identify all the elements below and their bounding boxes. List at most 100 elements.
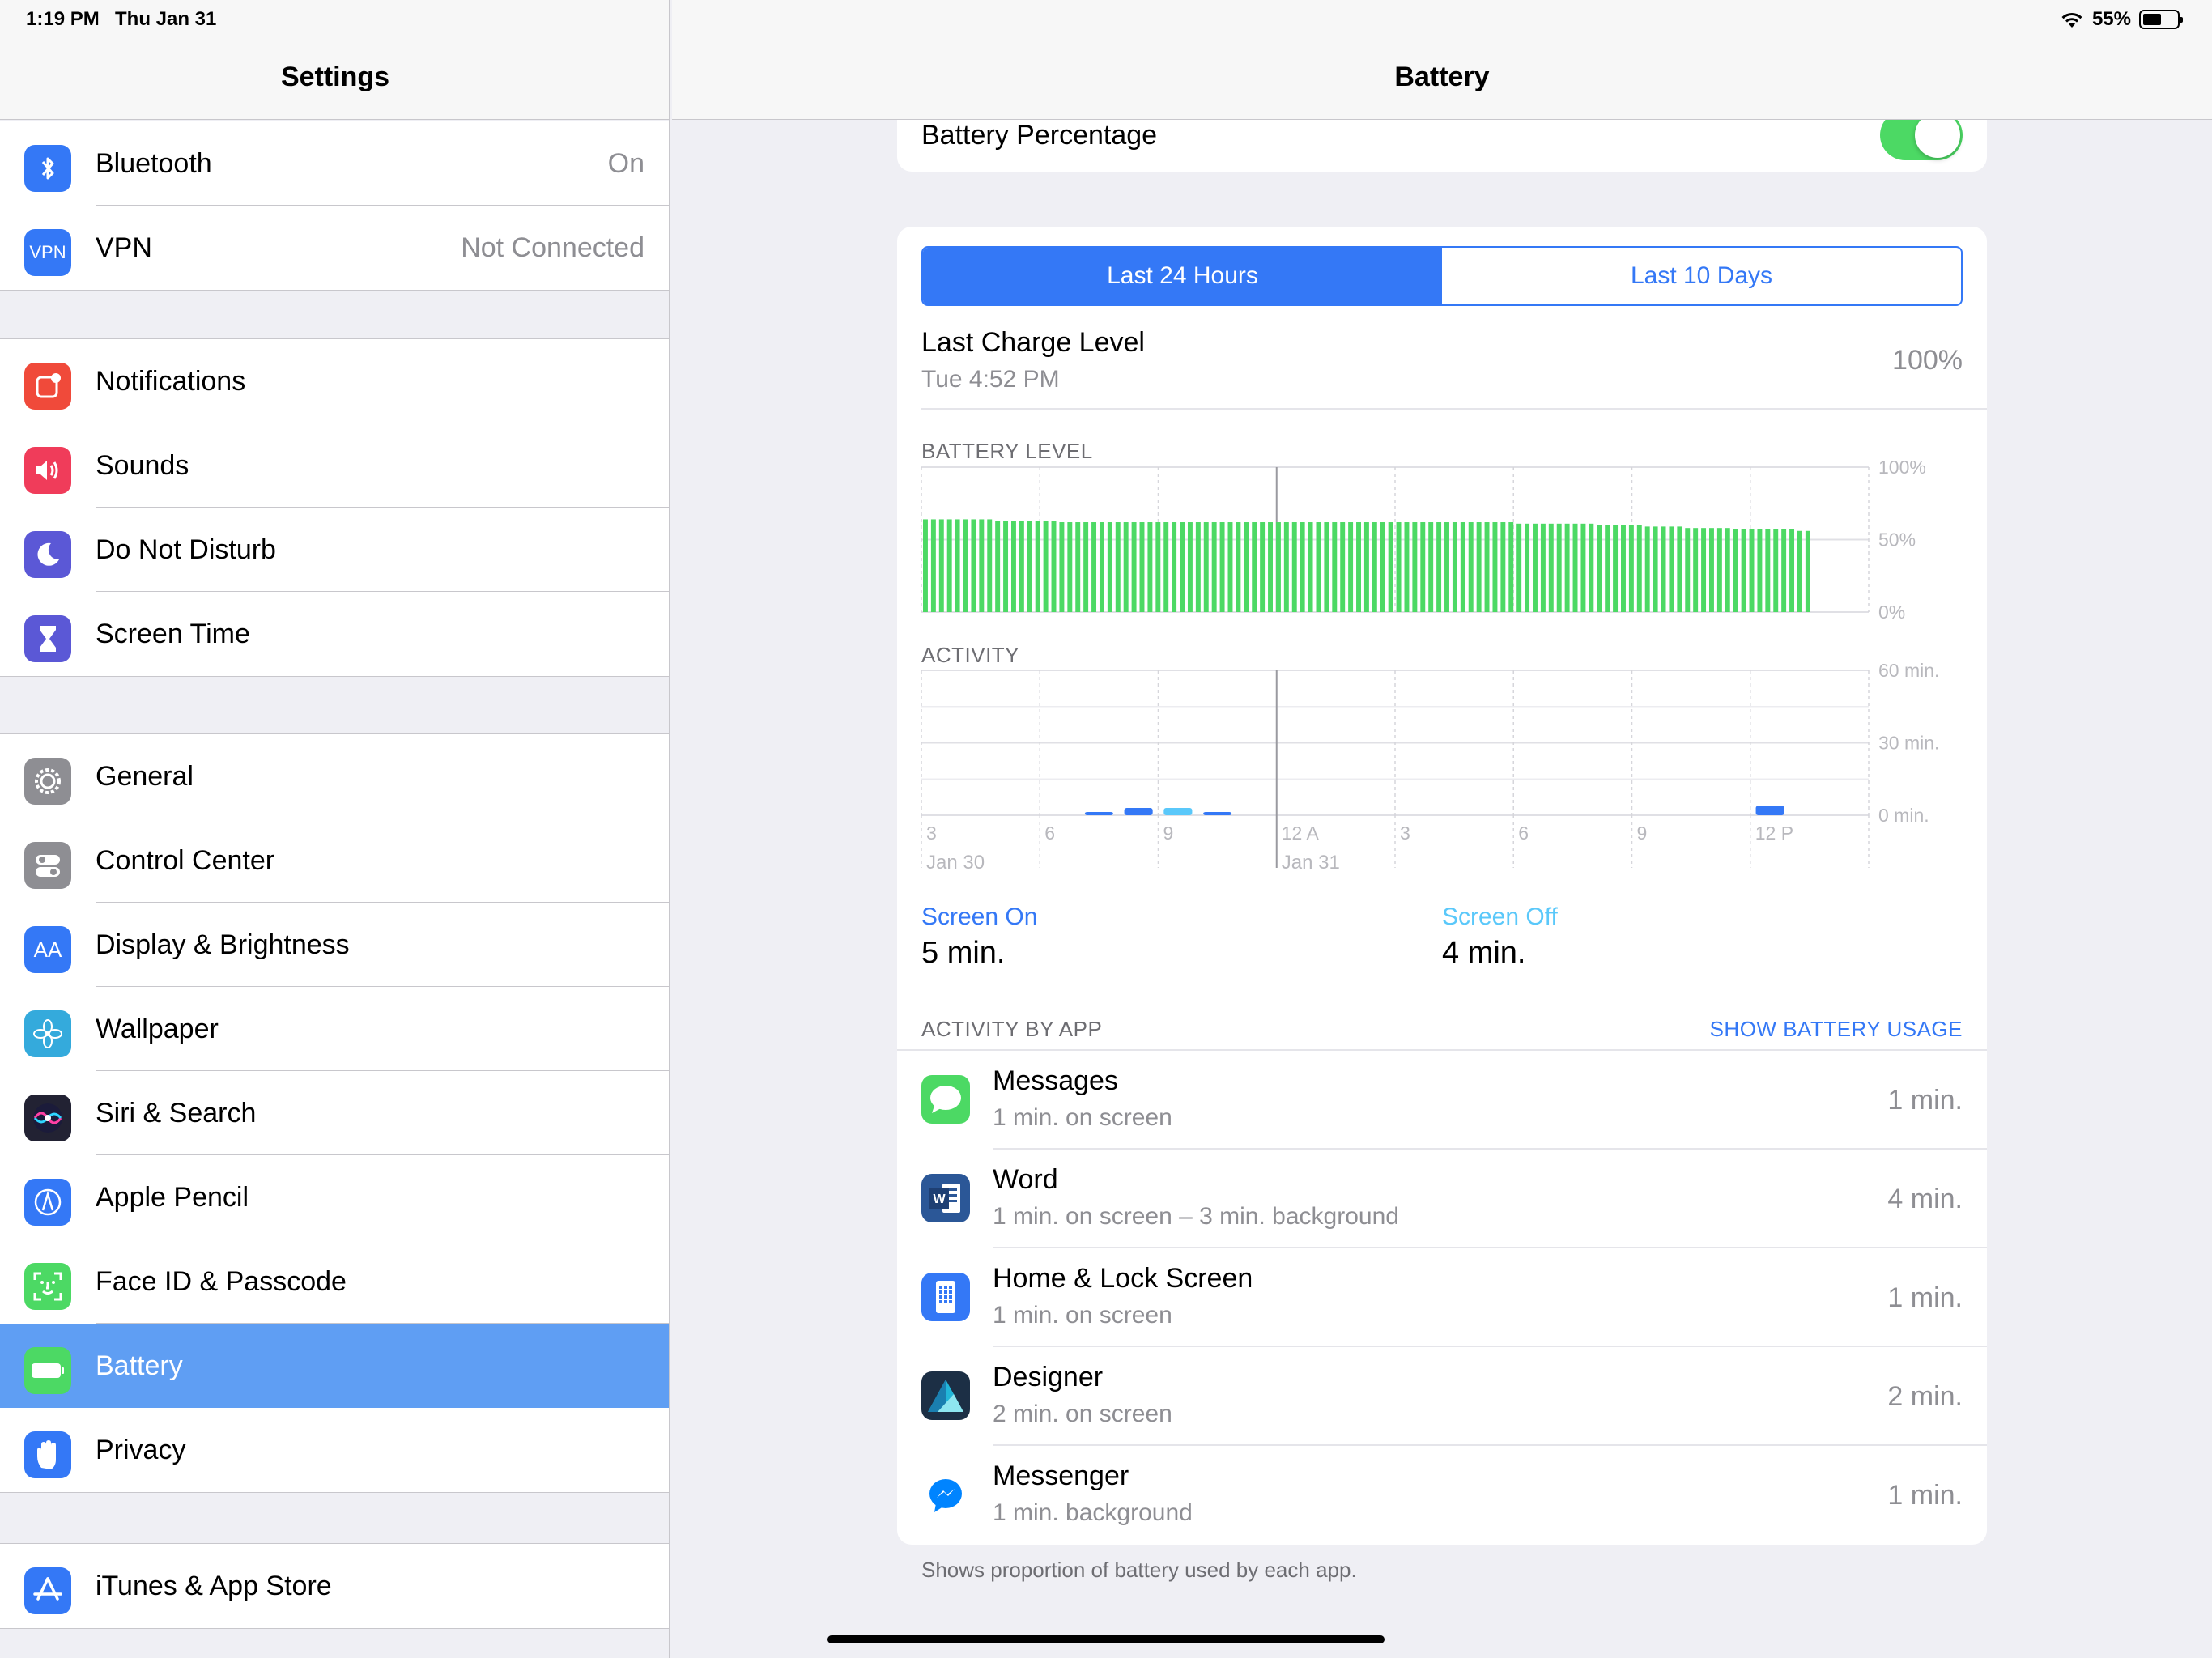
battery-level-bar bbox=[1388, 522, 1393, 612]
battery-level-bar bbox=[1356, 522, 1361, 612]
activity-by-app-label: ACTIVITY BY APP bbox=[921, 1017, 1103, 1041]
battery-level-bar bbox=[1741, 529, 1746, 612]
battery-level-bar bbox=[971, 519, 976, 612]
battery-level-bar bbox=[1363, 522, 1369, 612]
show-battery-usage-link[interactable]: SHOW BATTERY USAGE bbox=[1710, 1017, 1963, 1042]
battery-level-bar bbox=[995, 521, 1001, 612]
battery-level-bar bbox=[1597, 525, 1602, 612]
sidebar-item-screen-time[interactable]: Screen Time bbox=[0, 592, 669, 676]
battery-level-bar bbox=[1572, 523, 1578, 612]
battery-level-bar bbox=[1605, 525, 1610, 612]
vpn-icon: VPN bbox=[24, 229, 71, 276]
battery-level-bar bbox=[1468, 522, 1474, 612]
home-lock-icon bbox=[921, 1273, 970, 1321]
sidebar-item-do-not-disturb[interactable]: Do Not Disturb bbox=[0, 508, 669, 592]
battery-level-bar bbox=[1332, 522, 1338, 612]
siri-icon bbox=[24, 1095, 71, 1141]
battery-level-bar bbox=[987, 519, 993, 612]
sidebar-item-label: Wallpaper bbox=[96, 1013, 219, 1044]
sidebar-item-wallpaper[interactable]: Wallpaper bbox=[0, 987, 669, 1071]
messenger-icon bbox=[921, 1470, 970, 1519]
app-row-word[interactable]: W Word 1 min. on screen – 3 min. backgroun… bbox=[897, 1150, 1987, 1248]
sidebar-item-display-brightness[interactable]: AA Display & Brightness bbox=[0, 903, 669, 987]
home-indicator bbox=[827, 1635, 1385, 1643]
sidebar-item-battery[interactable]: Battery bbox=[0, 1324, 669, 1408]
battery-level-bar bbox=[930, 519, 936, 612]
battery-level-bar bbox=[1460, 522, 1465, 612]
status-bar: 1:19 PM Thu Jan 31 55% bbox=[0, 0, 2212, 37]
sidebar-item-face-id-passcode[interactable]: Face ID & Passcode bbox=[0, 1239, 669, 1324]
settings-group: Bluetooth On VPN VPN Not Connected bbox=[0, 121, 669, 291]
battery-level-bar bbox=[1283, 522, 1289, 612]
screen-off-value: 4 min. bbox=[1442, 936, 1526, 970]
battery-level-bar bbox=[1765, 529, 1771, 612]
battery-level-bar bbox=[1195, 522, 1201, 612]
sidebar-item-control-center[interactable]: Control Center bbox=[0, 818, 669, 903]
battery-y-tick-label: 100% bbox=[1878, 457, 1926, 478]
sidebar-item-itunes-app-store[interactable]: iTunes & App Store bbox=[0, 1544, 669, 1628]
sidebar-item-label: Control Center bbox=[96, 844, 275, 876]
flower-icon bbox=[24, 1010, 71, 1057]
battery-level-bar bbox=[1155, 522, 1161, 612]
sidebar-item-label: iTunes & App Store bbox=[96, 1570, 332, 1601]
battery-level-bar bbox=[1308, 522, 1313, 612]
messages-icon bbox=[921, 1075, 970, 1124]
battery-level-bar bbox=[1147, 522, 1153, 612]
sidebar-item-notifications[interactable]: Notifications bbox=[0, 339, 669, 423]
battery-level-bar bbox=[1428, 522, 1434, 612]
battery-level-bar bbox=[1252, 522, 1257, 612]
app-name: Messages bbox=[993, 1065, 1118, 1096]
toggles-icon bbox=[24, 842, 71, 889]
activity-bar-screen-on bbox=[1124, 808, 1153, 815]
app-name: Home & Lock Screen bbox=[993, 1263, 1253, 1294]
sidebar-title: Settings bbox=[280, 62, 390, 92]
battery-level-bar bbox=[1380, 522, 1385, 612]
status-date: Thu Jan 31 bbox=[115, 8, 217, 30]
app-row-designer[interactable]: Designer 2 min. on screen 2 min. bbox=[897, 1347, 1987, 1446]
battery-level-bar bbox=[1035, 521, 1040, 612]
battery-usage-card: Last 24 Hours Last 10 Days Last Charge L… bbox=[897, 227, 1987, 1545]
sidebar-item-privacy[interactable]: Privacy bbox=[0, 1408, 669, 1492]
sidebar-item-vpn[interactable]: VPN VPN Not Connected bbox=[0, 206, 669, 290]
app-store-icon bbox=[24, 1567, 71, 1614]
sidebar-item-siri-search[interactable]: Siri & Search bbox=[0, 1071, 669, 1155]
activity-bar-screen-off bbox=[1163, 808, 1193, 815]
activity-bar-screen-on bbox=[1755, 806, 1784, 815]
app-row-home-lock-screen[interactable]: Home & Lock Screen 1 min. on screen 1 min. bbox=[897, 1248, 1987, 1347]
battery-level-bar bbox=[1789, 529, 1795, 612]
screen-on-value: 5 min. bbox=[921, 936, 1006, 970]
app-row-messages[interactable]: Messages 1 min. on screen 1 min. bbox=[897, 1051, 1987, 1150]
battery-level-bar bbox=[1420, 522, 1426, 612]
sidebar-item-apple-pencil[interactable]: Apple Pencil bbox=[0, 1155, 669, 1239]
sidebar-item-general[interactable]: General bbox=[0, 734, 669, 818]
sidebar-item-value: Not Connected bbox=[461, 232, 644, 263]
battery-level-bar bbox=[1300, 522, 1305, 612]
sidebar-item-sounds[interactable]: Sounds bbox=[0, 423, 669, 508]
battery-level-bar bbox=[1733, 529, 1738, 612]
battery-level-bar bbox=[1644, 526, 1650, 612]
sidebar-item-bluetooth[interactable]: Bluetooth On bbox=[0, 121, 669, 206]
notifications-icon bbox=[24, 363, 71, 410]
battery-level-bar bbox=[1685, 528, 1691, 612]
app-name: Designer bbox=[993, 1362, 1104, 1392]
battery-level-bar bbox=[1548, 523, 1554, 612]
battery-level-bar bbox=[1043, 521, 1049, 612]
sidebar-item-label: Apple Pencil bbox=[96, 1181, 249, 1213]
battery-level-bar bbox=[1059, 522, 1065, 612]
battery-level-bar bbox=[1131, 522, 1137, 612]
battery-percentage-label: Battery Percentage bbox=[921, 120, 1158, 151]
battery-level-bar bbox=[1163, 522, 1169, 612]
battery-level-bar bbox=[1099, 522, 1104, 612]
battery-level-bar bbox=[1316, 522, 1321, 612]
display-icon: AA bbox=[24, 926, 71, 973]
battery-level-bar bbox=[1533, 523, 1538, 612]
app-row-messenger[interactable]: Messenger 1 min. background 1 min. bbox=[897, 1446, 1987, 1545]
battery-level-bar bbox=[1211, 522, 1217, 612]
battery-level-bar bbox=[963, 519, 968, 612]
activity-y-tick-label: 60 min. bbox=[1878, 660, 1939, 681]
battery-level-bar bbox=[1556, 523, 1562, 612]
battery-level-bar bbox=[1404, 522, 1410, 612]
battery-level-bar bbox=[1180, 522, 1185, 612]
footnote: Shows proportion of battery used by each… bbox=[921, 1558, 1357, 1582]
battery-level-bar bbox=[1010, 521, 1016, 612]
